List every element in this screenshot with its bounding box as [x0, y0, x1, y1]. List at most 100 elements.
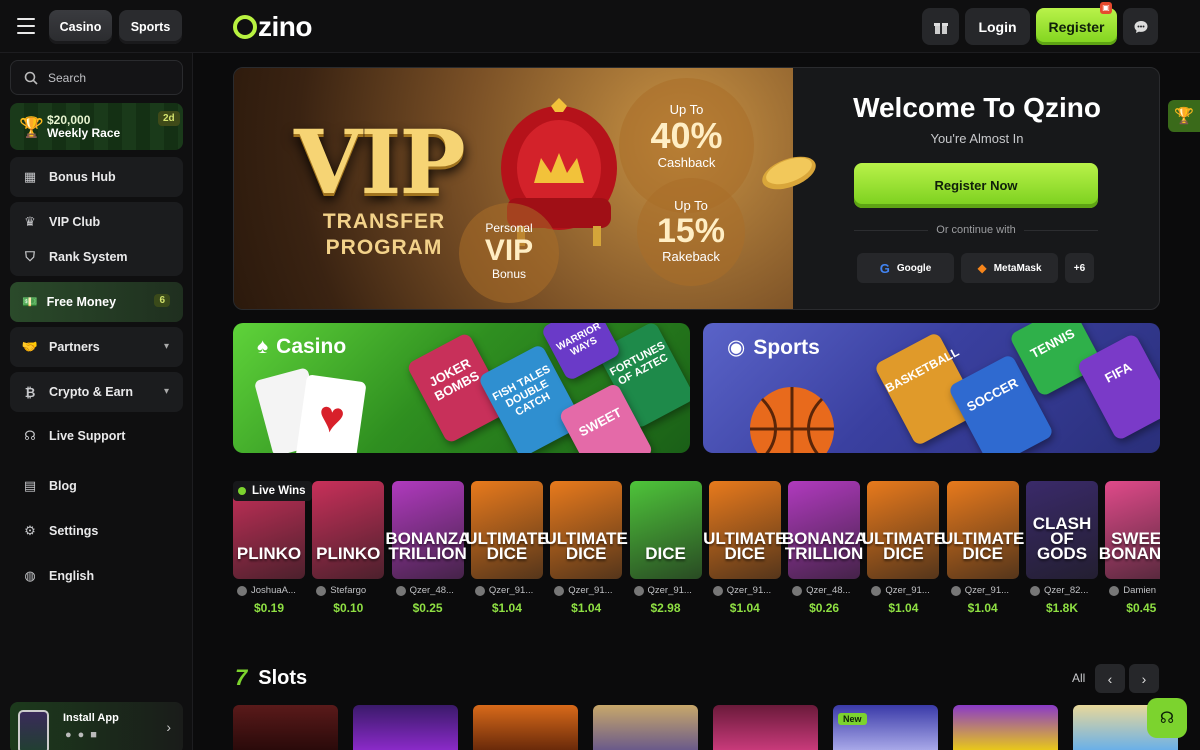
side-trophy-tab[interactable]: 🏆	[1168, 100, 1200, 132]
hamburger-menu-icon[interactable]	[17, 18, 35, 34]
casino-card-title: ♠ Casino	[257, 335, 346, 359]
google-label: Google	[896, 262, 932, 274]
live-wins-label: Live Wins	[233, 481, 312, 501]
sidebar-item-label: Free Money	[46, 295, 117, 309]
chat-button[interactable]	[1123, 8, 1158, 45]
category-sports-card[interactable]: ◉ Sports BASKETBALL SOCCER TENNIS FIFA	[703, 323, 1160, 453]
search-input[interactable]: Search	[10, 60, 183, 95]
race-amount: $20,000	[47, 113, 91, 127]
login-button[interactable]: Login	[965, 8, 1030, 45]
rewards-button[interactable]	[922, 8, 959, 45]
chevron-down-icon: ▾	[163, 341, 169, 352]
register-gift-icon: ▣	[1100, 2, 1112, 14]
slot-game-tile[interactable]	[353, 705, 458, 750]
sidebar-item-settings[interactable]: ⚙ Settings	[10, 508, 183, 553]
welcome-subtitle: You're Almost In	[930, 131, 1024, 146]
tab-sports[interactable]: Sports	[119, 10, 182, 44]
chevron-right-icon: ›	[1141, 670, 1147, 687]
sidebar-item-free-money[interactable]: 💵 Free Money 6	[10, 282, 183, 322]
live-win-game-thumb: CLASH OF GODS	[1026, 481, 1098, 579]
sidebar-item-label: VIP Club	[49, 214, 101, 229]
register-now-button[interactable]: Register Now	[854, 163, 1098, 208]
slot-game-tile[interactable]: New	[833, 705, 938, 750]
rakeback-bubble: Up To 15% Rakeback	[637, 178, 745, 286]
nav-group-partners: 🤝 Partners ▾	[10, 327, 183, 367]
live-win-amount: $1.8K	[1045, 601, 1079, 615]
metamask-login-button[interactable]: ◆ MetaMask	[961, 253, 1058, 283]
headset-icon: ☊	[24, 428, 36, 443]
more-logins-button[interactable]: +6	[1065, 253, 1094, 283]
live-win-username: Qzer_48...	[409, 585, 454, 596]
slots-section-title: 7 Slots	[235, 665, 307, 691]
install-app-banner[interactable]: Install App ●●■ ›	[10, 702, 183, 750]
avatar	[554, 585, 565, 596]
sidebar-item-blog[interactable]: ▤ Blog	[10, 463, 183, 508]
live-win-card[interactable]: PLINKO Stefargo $0.10	[312, 481, 385, 615]
live-win-card[interactable]: SWEET BONANZA Damien $0.45	[1099, 481, 1160, 615]
globe-icon: ◍	[24, 567, 36, 583]
race-days-badge: 2d	[158, 111, 180, 126]
live-win-card[interactable]: ULTIMATE DICE Qzer_91... $1.04	[862, 481, 945, 615]
app-root: Casino Sports zino Login Register ▣ Sear…	[0, 0, 1200, 750]
trophy-icon: 🏆	[19, 117, 44, 139]
live-win-game-thumb: ULTIMATE DICE	[703, 481, 787, 579]
casino-card-label: Casino	[276, 335, 347, 358]
google-login-button[interactable]: G Google	[857, 253, 954, 283]
top-bar: Casino Sports zino Login Register ▣	[0, 0, 1200, 53]
sidebar-item-label: Bonus Hub	[49, 170, 116, 184]
sidebar-item-live-support[interactable]: ☊ Live Support	[10, 418, 183, 454]
qzino-logo[interactable]: zino	[233, 11, 313, 43]
avatar	[792, 585, 803, 596]
live-support-fab[interactable]: ☊	[1147, 698, 1187, 738]
live-win-username: Qzer_91...	[647, 585, 692, 596]
live-win-amount: $1.04	[729, 601, 760, 615]
live-win-card[interactable]: PLINKO JoshuaA... $0.19	[233, 481, 305, 615]
live-win-card[interactable]: ULTIMATE DICE Qzer_91... $1.04	[544, 481, 628, 615]
live-win-card[interactable]: CLASH OF GODS Qzer_82... $1.8K	[1026, 481, 1098, 615]
slots-all-link[interactable]: All	[1072, 671, 1085, 685]
live-win-username: Qzer_82...	[1044, 585, 1089, 596]
weekly-race-banner[interactable]: 🏆 $20,000 Weekly Race 2d	[10, 103, 183, 150]
live-win-amount: $0.45	[1126, 601, 1157, 615]
avatar	[712, 585, 723, 596]
live-win-user: Qzer_91...	[867, 585, 939, 596]
live-win-user: Stefargo	[312, 585, 384, 596]
search-placeholder: Search	[48, 70, 87, 85]
live-win-username: Qzer_91...	[726, 585, 772, 596]
sidebar-item-english[interactable]: ◍ English	[10, 553, 183, 598]
nav-group-crypto: ₿ Crypto & Earn ▾	[10, 372, 183, 412]
sidebar-item-bonus-hub[interactable]: ▦ Bonus Hub	[10, 157, 183, 197]
sidebar-item-crypto-earn[interactable]: ₿ Crypto & Earn ▾	[10, 372, 183, 412]
tab-casino[interactable]: Casino	[49, 10, 112, 44]
welcome-title: Welcome To Qzino	[853, 92, 1101, 123]
live-win-card[interactable]: DICE Qzer_91... $2.98	[629, 481, 702, 615]
heart-card-icon: ♥	[295, 374, 367, 453]
slot-game-tile[interactable]	[593, 705, 698, 750]
live-win-card[interactable]: ULTIMATE DICE Qzer_91... $1.04	[703, 481, 787, 615]
slot-game-tile[interactable]	[233, 705, 338, 750]
live-win-card[interactable]: BONANZA TRILLION Qzer_48... $0.25	[385, 481, 470, 615]
live-win-user: Qzer_91...	[630, 585, 702, 596]
or-continue-divider: Or continue with	[854, 224, 1098, 236]
live-win-game-thumb: BONANZA TRILLION	[385, 481, 470, 579]
google-icon: G	[879, 260, 890, 276]
slot-game-tile[interactable]	[713, 705, 818, 750]
live-win-card[interactable]: BONANZA TRILLION Qzer_48... $0.26	[782, 481, 867, 615]
live-win-username: Qzer_91...	[885, 585, 930, 596]
welcome-panel: Welcome To Qzino You're Almost In Regist…	[794, 68, 1159, 309]
live-win-username: Qzer_48...	[806, 585, 851, 596]
sidebar-item-vip-club[interactable]: ♛ VIP Club	[10, 204, 183, 239]
sidebar-item-partners[interactable]: 🤝 Partners ▾	[10, 327, 183, 367]
vip-transfer-banner[interactable]: VIP TRANSFER PROGRAM Up To 40% Cashback	[234, 68, 816, 309]
slots-next-button[interactable]: ›	[1129, 664, 1159, 693]
slot-game-tile[interactable]	[473, 705, 578, 750]
metamask-icon: ◆	[977, 261, 987, 275]
slot-game-tile[interactable]	[953, 705, 1058, 750]
sidebar-item-rank-system[interactable]: ⛉ Rank System	[10, 239, 183, 274]
live-win-card[interactable]: ULTIMATE DICE Qzer_91... $1.04	[465, 481, 549, 615]
nav-group-vip: ♛ VIP Club ⛉ Rank System	[10, 202, 183, 276]
slots-prev-button[interactable]: ‹	[1095, 664, 1125, 693]
live-win-card[interactable]: ULTIMATE DICE Qzer_91... $1.04	[941, 481, 1024, 615]
category-casino-card[interactable]: ♠ Casino ♥ JOKER BOMBS FISH TALES DOUBLE …	[233, 323, 690, 453]
live-win-user: Qzer_91...	[709, 585, 781, 596]
